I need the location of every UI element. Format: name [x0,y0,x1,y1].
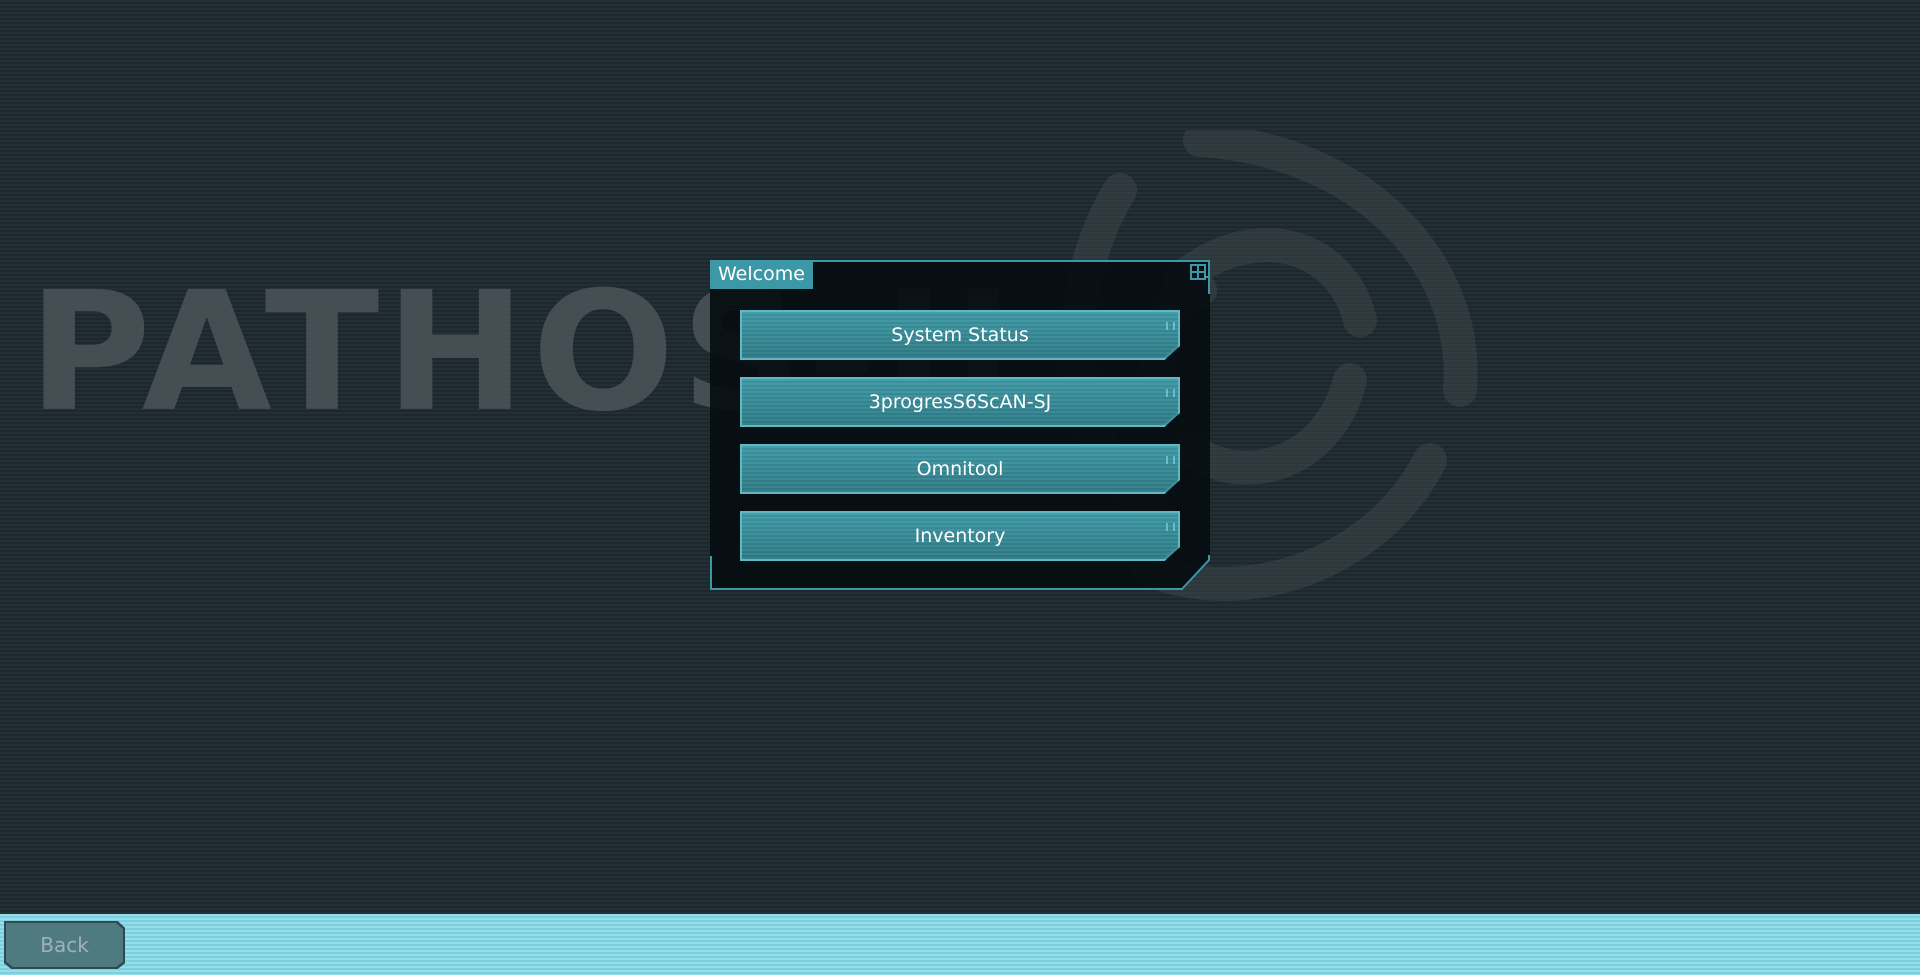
omnitool-button[interactable]: Omnitool [740,444,1180,494]
welcome-dialog: Welcome System Status 3progresS6ScAN-SJ … [710,260,1210,590]
button-notch-icon [1166,523,1175,531]
inventory-button[interactable]: Inventory [740,511,1180,561]
button-notch-icon [1166,322,1175,330]
button-label: Omnitool [916,458,1004,480]
back-button[interactable]: Back [4,921,125,969]
button-label: Inventory [914,525,1006,547]
button-label: 3progresS6ScAN-SJ [868,391,1052,413]
window-corner-icon[interactable] [1190,264,1208,282]
button-notch-icon [1166,456,1175,464]
button-label: System Status [891,324,1029,346]
bottom-bar: Back [0,914,1920,975]
progress-scan-button[interactable]: 3progresS6ScAN-SJ [740,377,1180,427]
system-status-button[interactable]: System Status [740,310,1180,360]
dialog-title: Welcome [710,260,813,289]
button-notch-icon [1166,389,1175,397]
back-button-label: Back [40,933,89,957]
